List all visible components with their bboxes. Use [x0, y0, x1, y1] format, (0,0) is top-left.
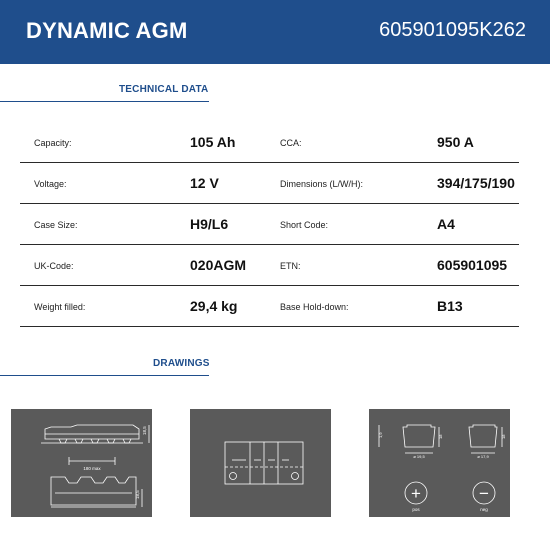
spec-value: 29,4 kg: [190, 298, 238, 314]
terminal-drawing: 1,9 18 ø 19,5 18 ø 17,9 + − pos neg: [369, 409, 510, 517]
neg-diameter-dim: ø 17,9: [477, 454, 489, 459]
spec-label: Weight filled:: [34, 302, 86, 312]
dim-height-bottom: 18,5: [135, 490, 140, 499]
spec-row: Weight filled: 29,4 kg Base Hold-down: B…: [20, 286, 519, 327]
neg-height-dim: 18: [501, 434, 506, 439]
technical-data-heading: TECHNICAL DATA: [119, 84, 209, 95]
neg-label: neg: [480, 507, 488, 512]
spec-table: Capacity: 105 Ah CCA: 950 A Voltage: 12 …: [20, 122, 519, 327]
drawings-heading: DRAWINGS: [153, 358, 210, 369]
spec-value: 394/175/190: [437, 175, 515, 191]
drawings-rule: [0, 375, 209, 376]
spec-label: ETN:: [280, 261, 301, 271]
side-view-svg: 18,5 180 max 18,5: [41, 424, 150, 508]
pos-label: pos: [412, 507, 420, 512]
spec-label: UK-Code:: [34, 261, 74, 271]
dim-height-top: 18,5: [142, 426, 147, 435]
pos-height-dim: 18: [438, 434, 443, 439]
product-title: DYNAMIC AGM: [26, 18, 188, 43]
spec-value: 950 A: [437, 134, 474, 150]
dim-width: 180 max: [83, 466, 101, 471]
spec-label: Base Hold-down:: [280, 302, 349, 312]
technical-data-rule: [0, 101, 209, 102]
left-side-dim: 1,9: [378, 432, 383, 438]
spec-value: 105 Ah: [190, 134, 236, 150]
pos-diameter-dim: ø 19,5: [413, 454, 425, 459]
spec-value: B13: [437, 298, 463, 314]
spec-value: A4: [437, 216, 455, 232]
spec-label: CCA:: [280, 138, 302, 148]
top-view-drawing: [190, 409, 331, 517]
spec-row: UK-Code: 020AGM ETN: 605901095: [20, 245, 519, 286]
spec-label: Capacity:: [34, 138, 72, 148]
header-bar: DYNAMIC AGM 605901095K262: [0, 0, 550, 64]
spec-value: 020AGM: [190, 257, 247, 273]
minus-icon: −: [479, 484, 489, 503]
spec-value: 605901095: [437, 257, 508, 273]
spec-value: 12 V: [190, 175, 219, 191]
terminal-svg: 1,9 18 ø 19,5 18 ø 17,9 + − pos neg: [378, 424, 506, 512]
spec-row: Voltage: 12 V Dimensions (L/W/H): 394/17…: [20, 163, 519, 204]
spec-label: Case Size:: [34, 220, 78, 230]
spec-row: Case Size: H9/L6 Short Code: A4: [20, 204, 519, 245]
spec-value: H9/L6: [190, 216, 229, 232]
spec-label: Voltage:: [34, 179, 67, 189]
plus-icon: +: [411, 484, 421, 503]
spec-label: Dimensions (L/W/H):: [280, 179, 364, 189]
top-view-svg: [224, 441, 304, 485]
product-code: 605901095K262: [379, 19, 526, 41]
side-view-drawing: 18,5 180 max 18,5: [11, 409, 152, 517]
spec-row: Capacity: 105 Ah CCA: 950 A: [20, 122, 519, 163]
spec-label: Short Code:: [280, 220, 329, 230]
